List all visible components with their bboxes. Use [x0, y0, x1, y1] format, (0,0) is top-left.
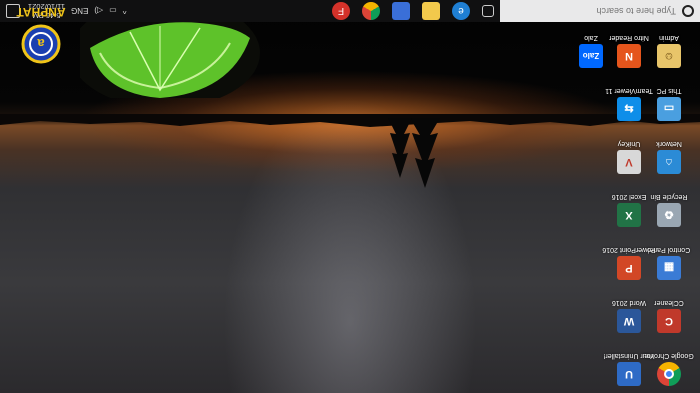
taskbar: e F ^ ▭ ◁) ENG 5:46 PM 11/10/2021: [0, 0, 700, 22]
unikey-icon: V: [617, 150, 641, 174]
control-panel-icon: ▦: [657, 256, 681, 280]
search-box[interactable]: [500, 0, 700, 22]
chevron-up-icon[interactable]: ^: [123, 7, 127, 16]
foxit-icon[interactable]: F: [332, 2, 350, 20]
pine-trees: [388, 118, 440, 188]
svg-text:ANPHAT: ANPHAT: [16, 5, 66, 19]
chrome-icon: [657, 362, 681, 386]
chrome-icon[interactable]: [362, 2, 380, 20]
desktop-icon-your-uninstaller[interactable]: U Your Uninstaller!: [603, 351, 655, 386]
desktop-screen: Google Chrome C CCleaner ▦ Control Panel…: [0, 0, 700, 393]
edge-icon[interactable]: e: [452, 2, 470, 20]
desktop-icon-word-2016[interactable]: W Word 2016: [604, 298, 654, 333]
task-view-icon[interactable]: [482, 5, 494, 17]
cortana-icon[interactable]: [682, 5, 694, 17]
network-icon: ⌂: [657, 150, 681, 174]
user-folder-icon: ☺: [657, 44, 681, 68]
powerpoint-icon: P: [617, 256, 641, 280]
desktop-icon-powerpoint-2016[interactable]: P PowerPoint 2016: [602, 245, 656, 280]
excel-icon: X: [617, 203, 641, 227]
zalo-icon: Zalo: [579, 44, 603, 68]
volume-icon[interactable]: ◁): [94, 7, 103, 16]
word-icon: W: [617, 309, 641, 333]
nitro-icon: N: [617, 44, 641, 68]
network-tray-icon[interactable]: ▭: [109, 7, 117, 16]
teamviewer-icon: ⇆: [617, 97, 641, 121]
desktop-icon-excel-2016[interactable]: X Excel 2016: [604, 192, 654, 227]
uninstaller-icon: U: [617, 362, 641, 386]
search-input[interactable]: [516, 6, 676, 16]
anphat-logo: a ANPHAT: [16, 5, 66, 64]
mountain-silhouette: [0, 114, 700, 127]
desktop-icon-zalo[interactable]: Zalo Zalo: [566, 33, 616, 68]
ccleaner-icon: C: [657, 309, 681, 333]
desktop-icon-teamviewer[interactable]: ⇆ TeamViewer 11: [604, 86, 654, 121]
svg-text:a: a: [37, 36, 45, 51]
desktop-icon-unikey[interactable]: V UniKey: [604, 139, 654, 174]
file-explorer-icon[interactable]: [422, 2, 440, 20]
store-icon[interactable]: [392, 2, 410, 20]
recycle-bin-icon: ♻: [657, 203, 681, 227]
this-pc-icon: ▭: [657, 97, 681, 121]
